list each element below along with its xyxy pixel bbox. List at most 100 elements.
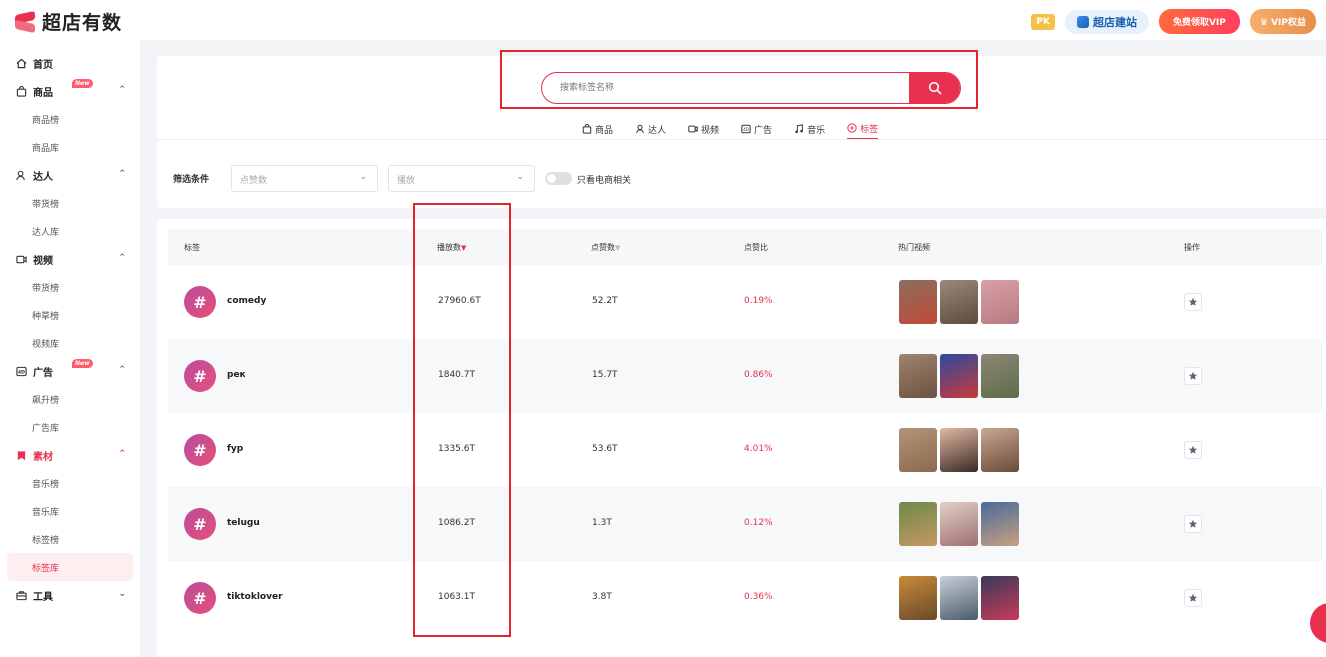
likes-value: 3.8T: [592, 592, 612, 602]
favorite-button[interactable]: [1184, 441, 1202, 459]
table-row[interactable]: # tiktoklover 1063.1T 3.8T 0.36%: [168, 561, 1322, 635]
video-thumbnail[interactable]: [940, 576, 978, 620]
tag-name[interactable]: tiktoklover: [227, 592, 283, 602]
sidebar-group-tools[interactable]: 工具 ⌄: [0, 581, 140, 609]
sidebar-item-tag-rank[interactable]: 标签榜: [0, 525, 140, 553]
sidebar-item-rising-rank[interactable]: 飙升榜: [0, 385, 140, 413]
sidebar-group-materials[interactable]: 素材 ⌃: [0, 441, 140, 469]
video-thumbnail[interactable]: [899, 502, 937, 546]
vip-rights-label: VIP权益: [1271, 18, 1306, 28]
sidebar-item-video-seller-rank[interactable]: 带货榜: [0, 273, 140, 301]
free-vip-button[interactable]: 免费领取VIP: [1158, 9, 1240, 34]
video-thumbnail[interactable]: [899, 428, 937, 472]
star-icon: [1188, 297, 1198, 306]
likes-select[interactable]: 点赞数 ⌄: [231, 165, 378, 192]
favorite-button[interactable]: [1184, 589, 1202, 607]
toggle-knob: [547, 174, 556, 183]
header-tag: 标签: [184, 243, 200, 252]
header-ratio: 点赞比: [744, 243, 768, 252]
sidebar-item-product-library[interactable]: 商品库: [0, 133, 140, 161]
tab-music[interactable]: 音乐: [794, 118, 825, 140]
sidebar-item-seeding-rank[interactable]: 种草榜: [0, 301, 140, 329]
tag-name[interactable]: fyp: [227, 444, 243, 454]
sort-icon: ▼: [615, 244, 621, 252]
sidebar-group-influencers[interactable]: 达人 ⌃: [0, 161, 140, 189]
tab-label: 广告: [754, 125, 773, 136]
tag-name[interactable]: рек: [227, 370, 246, 380]
chevron-down-icon: ⌄: [359, 172, 367, 182]
filter-label: 筛选条件: [173, 175, 210, 185]
table-row[interactable]: # telugu 1086.2T 1.3T 0.12%: [168, 487, 1322, 561]
tab-label: 商品: [595, 125, 614, 136]
video-thumbnail[interactable]: [981, 428, 1019, 472]
star-icon: [1188, 519, 1198, 528]
video-thumbnail[interactable]: [899, 280, 937, 324]
header-likes-label: 点赞数: [591, 243, 615, 252]
video-thumbnail[interactable]: [940, 280, 978, 324]
top-bar: 超店有数 PK 超店建站 免费领取VIP ♛ VIP权益: [0, 0, 1326, 40]
hashtag-icon: #: [184, 360, 216, 392]
sidebar-group-ads[interactable]: 4D 广告 New ⌃: [0, 357, 140, 385]
sidebar-item-ad-library[interactable]: 广告库: [0, 413, 140, 441]
tab-influencers[interactable]: 达人: [635, 118, 666, 140]
person-icon: [16, 170, 25, 180]
chevron-down-icon: ⌄: [516, 172, 524, 182]
tab-label: 音乐: [807, 125, 826, 136]
tab-ads[interactable]: 4D 广告: [741, 118, 772, 140]
video-thumbnail[interactable]: [981, 280, 1019, 324]
video-thumbnail[interactable]: [981, 354, 1019, 398]
likes-value: 52.2T: [592, 296, 618, 306]
video-thumbnail[interactable]: [981, 576, 1019, 620]
chevron-up-icon: ⌃: [118, 253, 126, 263]
plays-select[interactable]: 播放 ⌄: [388, 165, 535, 192]
pk-button[interactable]: PK: [1031, 13, 1055, 30]
sidebar-item-home[interactable]: 首页: [0, 49, 140, 77]
sidebar-item-influencer-library[interactable]: 达人库: [0, 217, 140, 245]
video-thumbnail[interactable]: [940, 502, 978, 546]
chevron-up-icon: ⌃: [118, 449, 126, 459]
table-row[interactable]: # comedy 27960.6T 52.2T 0.19%: [168, 265, 1322, 339]
tab-products[interactable]: 商品: [582, 118, 613, 140]
vip-rights-button[interactable]: ♛ VIP权益: [1249, 9, 1316, 34]
favorite-button[interactable]: [1184, 367, 1202, 385]
tab-videos[interactable]: 视频: [688, 118, 719, 140]
category-tabs: 商品 达人 视频 4D 广告 音乐 # 标签: [582, 118, 879, 140]
sidebar-item-tag-library[interactable]: 标签库: [7, 553, 133, 581]
video-thumbnail[interactable]: [981, 502, 1019, 546]
tag-name[interactable]: comedy: [227, 296, 266, 306]
like-ratio-value: 0.19%: [744, 296, 773, 306]
logo-icon: [14, 10, 36, 33]
sidebar: 首页 商品 New ⌃ 商品榜 商品库 达人 ⌃ 带货榜 达人库 视频 ⌃ 带货…: [0, 40, 140, 657]
video-thumbnail[interactable]: [940, 354, 978, 398]
sidebar-group-videos[interactable]: 视频 ⌃: [0, 245, 140, 273]
video-thumbnail[interactable]: [899, 354, 937, 398]
tab-label: 视频: [701, 125, 720, 136]
tab-tags[interactable]: # 标签: [847, 118, 879, 140]
video-thumbnail[interactable]: [899, 576, 937, 620]
sidebar-item-seller-rank[interactable]: 带货榜: [0, 189, 140, 217]
svg-text:4D: 4D: [18, 369, 25, 375]
sidebar-item-product-rank[interactable]: 商品榜: [0, 105, 140, 133]
search-highlight-frame: [500, 50, 978, 109]
brand-logo[interactable]: 超店有数: [14, 8, 122, 35]
favorite-button[interactable]: [1184, 515, 1202, 533]
video-thumbnail[interactable]: [940, 428, 978, 472]
sidebar-group-label: 达人: [33, 171, 53, 183]
sidebar-item-music-library[interactable]: 音乐库: [0, 497, 140, 525]
bookmark-icon: [17, 450, 26, 460]
tag-name[interactable]: telugu: [227, 518, 260, 528]
table-row[interactable]: # fyp 1335.6T 53.6T 4.01%: [168, 413, 1322, 487]
header-likes[interactable]: 点赞数▼: [591, 242, 620, 253]
star-icon: [1188, 371, 1198, 380]
favorite-button[interactable]: [1184, 293, 1202, 311]
sidebar-item-music-rank[interactable]: 音乐榜: [0, 469, 140, 497]
ecommerce-only-toggle[interactable]: [545, 172, 572, 185]
sidebar-group-products[interactable]: 商品 New ⌃: [0, 77, 140, 105]
sidebar-item-video-library[interactable]: 视频库: [0, 329, 140, 357]
new-badge: New: [72, 359, 93, 368]
chevron-up-icon: ⌃: [118, 85, 126, 95]
site-builder-button[interactable]: 超店建站: [1064, 9, 1149, 34]
star-icon: [1188, 445, 1198, 454]
video-icon: [16, 255, 27, 263]
table-row[interactable]: # рек 1840.7T 15.7T 0.86%: [168, 339, 1322, 413]
